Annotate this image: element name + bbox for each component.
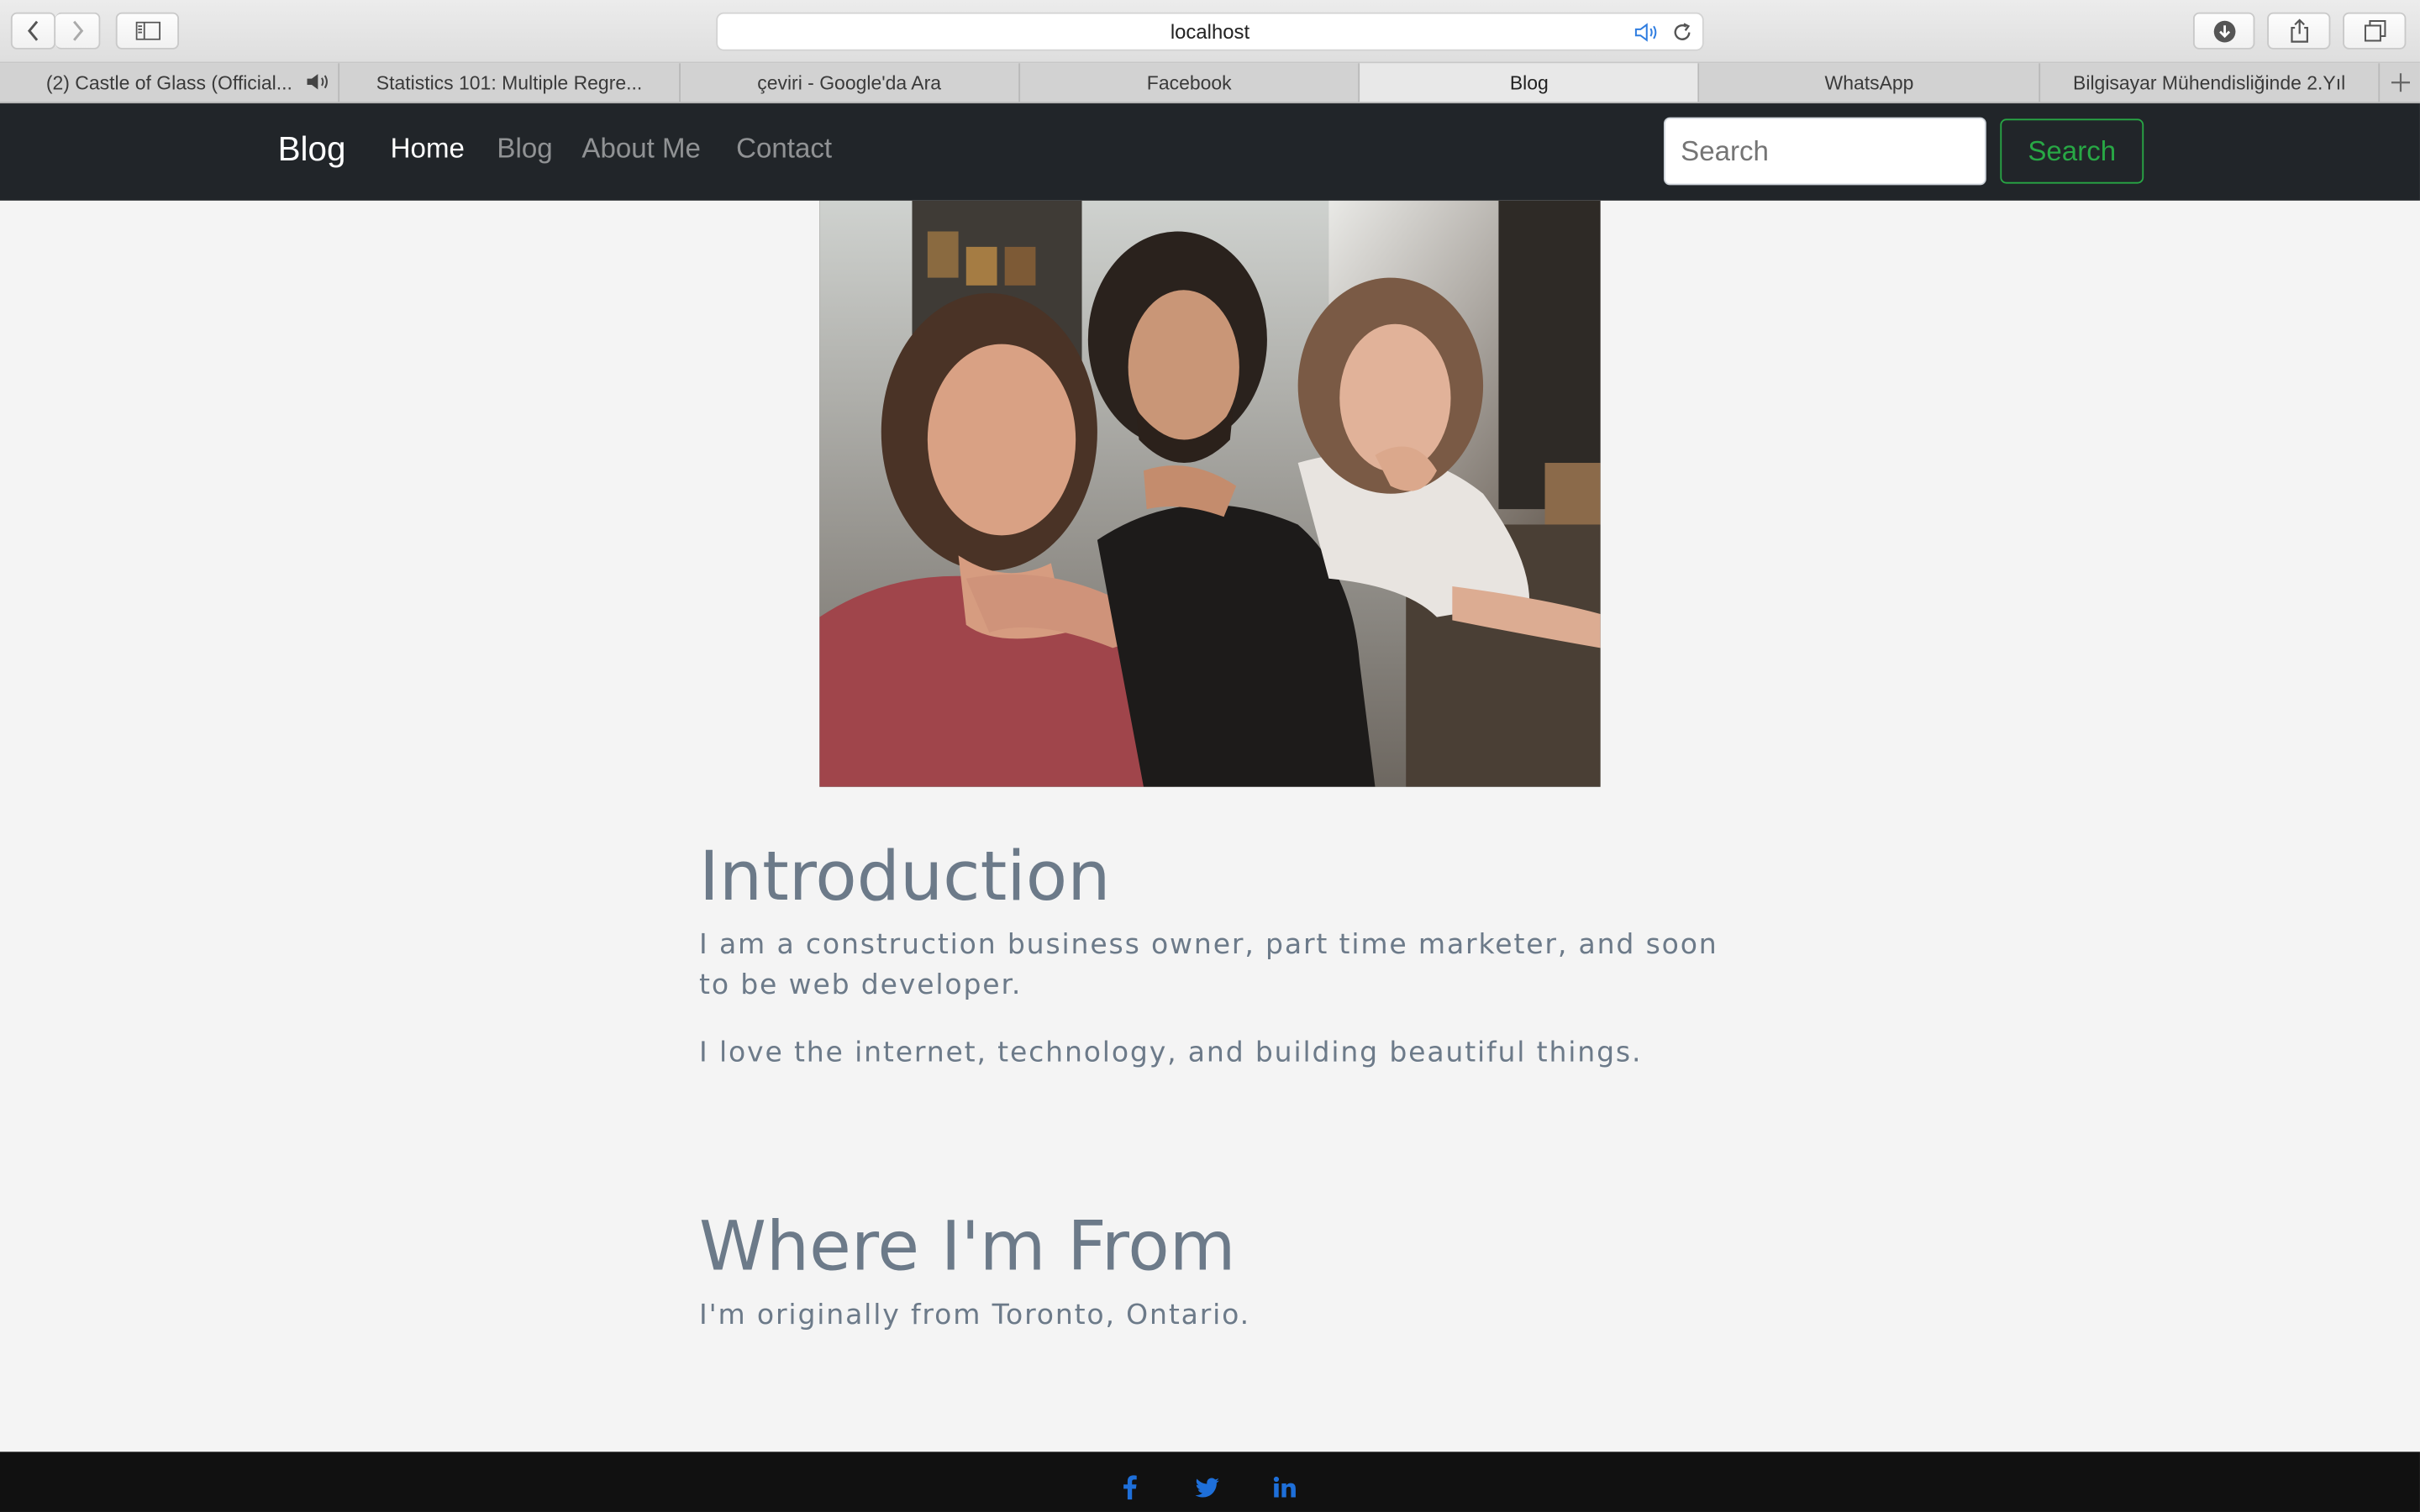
- linkedin-icon: [1272, 1476, 1295, 1498]
- linkedin-link[interactable]: [1269, 1473, 1300, 1501]
- speaker-icon[interactable]: [1634, 23, 1660, 42]
- profile-photo: [819, 200, 1601, 787]
- intro-heading: Introduction: [699, 837, 1111, 916]
- photo-image: [819, 200, 1601, 787]
- twitter-link[interactable]: [1192, 1473, 1223, 1501]
- from-heading: Where I'm From: [699, 1208, 1236, 1287]
- search-button-label: Search: [2028, 134, 2117, 166]
- download-icon: [2212, 19, 2235, 42]
- tab-label: Bilgisayar Mühendisliğinde 2.Yıl: [2073, 71, 2346, 94]
- tab-label: (2) Castle of Glass (Official...: [45, 71, 292, 94]
- downloads-button[interactable]: [2192, 12, 2255, 50]
- tab-blog[interactable]: Blog: [1360, 63, 1701, 102]
- tab-castle-of-glass[interactable]: (2) Castle of Glass (Official...: [0, 63, 340, 102]
- search-button[interactable]: Search: [2000, 118, 2144, 184]
- tab-bar: (2) Castle of Glass (Official... Statist…: [0, 63, 2420, 104]
- site-navbar: Blog Home Blog About Me Contact Search: [0, 103, 2420, 201]
- nav-link-contact[interactable]: Contact: [736, 133, 832, 165]
- nav-link-blog[interactable]: Blog: [497, 133, 552, 165]
- facebook-link[interactable]: [1114, 1473, 1145, 1501]
- from-paragraph: I'm originally from Toronto, Ontario.: [699, 1299, 1251, 1332]
- nav-link-home[interactable]: Home: [391, 133, 465, 165]
- site-footer: [0, 1452, 2420, 1512]
- new-tab-button[interactable]: [2380, 63, 2420, 102]
- browser-toolbar: localhost: [0, 0, 2420, 64]
- tabs-icon: [2363, 19, 2386, 42]
- sidebar-icon: [134, 21, 160, 40]
- tab-statistics[interactable]: Statistics 101: Multiple Regre...: [340, 63, 681, 102]
- chevron-left-icon: [27, 20, 38, 41]
- tab-bilgisayar[interactable]: Bilgisayar Mühendisliğinde 2.Yıl: [2040, 63, 2381, 102]
- url-text: localhost: [1170, 19, 1250, 44]
- intro-paragraph-2: I love the internet, technology, and bui…: [699, 1037, 1643, 1069]
- plus-icon: [2391, 73, 2410, 92]
- tab-label: Facebook: [1146, 71, 1232, 94]
- intro-paragraph-1: I am a construction business owner, part…: [699, 928, 1718, 1002]
- forward-button[interactable]: [55, 12, 101, 50]
- reload-icon[interactable]: [1671, 22, 1693, 44]
- share-button[interactable]: [2267, 12, 2331, 50]
- chevron-right-icon: [73, 20, 84, 41]
- page-root: localhost (2) Castle of Glass (Official.…: [0, 0, 2420, 1512]
- tab-label: çeviri - Google'da Ara: [757, 71, 942, 94]
- tab-facebook[interactable]: Facebook: [1020, 63, 1360, 102]
- tab-label: Blog: [1509, 71, 1549, 94]
- nav-link-about-me[interactable]: About Me: [581, 133, 701, 165]
- sidebar-toggle-button[interactable]: [115, 12, 180, 50]
- search-input[interactable]: [1663, 117, 1986, 186]
- back-button[interactable]: [10, 12, 56, 50]
- tab-whatsapp[interactable]: WhatsApp: [1700, 63, 2040, 102]
- twitter-icon: [1195, 1477, 1219, 1497]
- tab-ceviri[interactable]: çeviri - Google'da Ara: [680, 63, 1020, 102]
- facebook-icon: [1123, 1475, 1137, 1500]
- address-bar[interactable]: localhost: [716, 12, 1704, 51]
- tab-label: Statistics 101: Multiple Regre...: [376, 71, 643, 94]
- share-icon: [2290, 18, 2308, 43]
- tabs-overview-button[interactable]: [2343, 12, 2407, 50]
- navbar-brand[interactable]: Blog: [278, 129, 346, 170]
- speaker-icon[interactable]: [306, 72, 332, 91]
- tab-label: WhatsApp: [1824, 71, 1914, 94]
